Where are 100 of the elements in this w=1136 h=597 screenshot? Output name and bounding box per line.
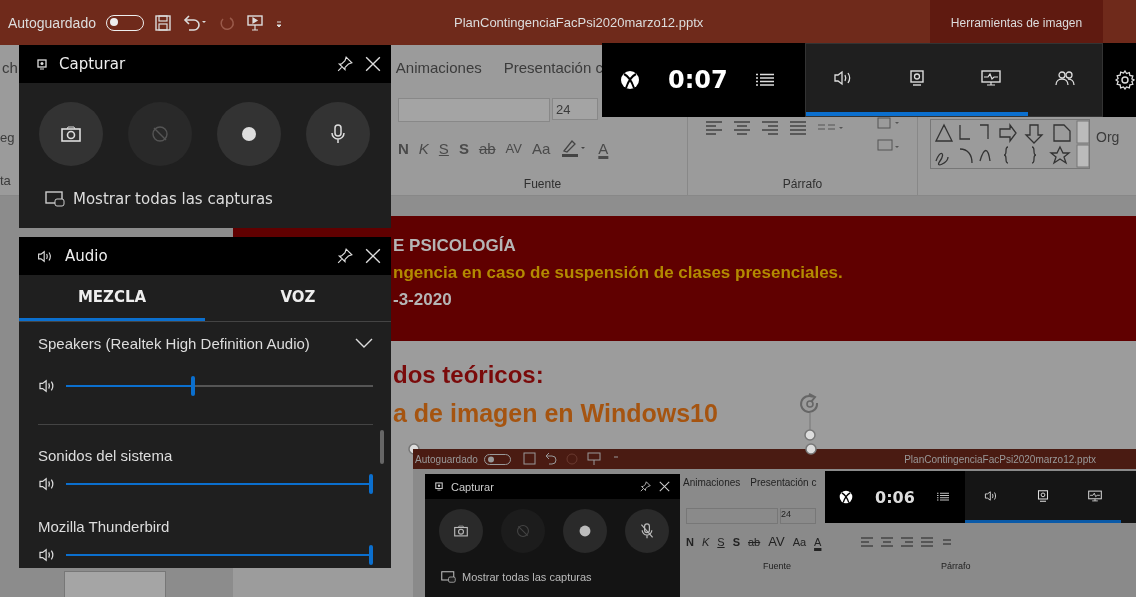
slide-subheading: a de imagen en Windows10 [393,399,718,428]
group-label: Párrafo [781,177,824,191]
save-icon[interactable] [153,13,172,32]
header-text: ngencia en caso de suspensión de clases presenciales. [393,262,844,284]
format-button[interactable]: AV [505,140,522,156]
slider-thumb[interactable] [369,545,373,565]
crossed-circle-icon [516,524,530,538]
justify-icon[interactable] [788,120,808,136]
presentation-icon[interactable] [245,13,264,32]
speaker-icon [833,70,853,86]
pin-icon[interactable] [337,56,353,72]
align-left-icon[interactable] [704,120,724,136]
format-button[interactable]: N [398,139,409,157]
shapes-gallery-icon[interactable] [930,119,1090,169]
widget-title: Audio [65,247,109,265]
slider-thumb[interactable] [369,474,373,494]
window-title: PlanContingenciaFacPsi2020marzo12.pptx [453,15,704,30]
font-size-field[interactable]: 24 [552,98,598,120]
align-right-icon[interactable] [760,120,780,136]
ribbon-label: Org [1096,129,1120,145]
ribbon-tab[interactable]: ch [2,59,18,76]
autosave-label: Autoguardado [8,14,96,31]
app-name: Sonidos del sistema [38,447,174,464]
speaker-icon[interactable] [38,477,56,491]
device-name: Speakers (Realtek High Definition Audio) [38,334,310,352]
menu-icon[interactable] [755,73,774,87]
group-label: Fuente [522,177,563,191]
header-text: -3-2020 [393,289,453,311]
tab-label: Presentación c [750,477,817,488]
format-button[interactable]: S [458,139,469,157]
ribbon-label: eg [0,130,16,145]
volume-slider[interactable] [66,545,373,565]
format-label: S [717,535,725,548]
undo-icon[interactable] [181,13,208,32]
font-size-field: 24 [780,508,816,524]
capture-icon [435,482,443,491]
crossed-circle-icon [151,125,169,143]
close-icon[interactable] [365,56,381,72]
slide-heading: dos teóricos: [393,361,544,389]
monitor-icon [981,70,1001,86]
pin-icon [640,481,651,492]
record-dot-icon [240,125,258,143]
font-color-button[interactable]: A [598,139,609,157]
people-icon [1055,70,1075,86]
gallery-icon [441,571,456,583]
format-button[interactable]: ab [478,139,496,157]
audio-tab[interactable]: VOZ [205,275,391,321]
microphone-icon [640,523,654,539]
recording-timer: 0:07 [668,66,728,94]
context-tab[interactable]: Herramientas de imagen [930,0,1103,45]
format-label: ab [748,535,761,548]
ribbon-label: ta [0,173,12,188]
scrollbar[interactable] [380,430,384,464]
widget-title: Capturar [451,480,495,493]
align-center-icon[interactable] [732,120,752,136]
camera-icon [454,525,468,537]
close-icon[interactable] [365,248,381,264]
format-button[interactable]: K [418,139,429,157]
speaker-icon [984,489,998,502]
close-icon [659,481,670,492]
format-button[interactable]: Aa [531,139,551,157]
ribbon-tab[interactable]: Animaciones [395,59,482,76]
resize-handle-icon[interactable] [805,443,817,455]
ribbon-tab[interactable]: Presentación c [503,59,603,76]
speaker-icon[interactable] [38,379,56,393]
xbox-logo-icon[interactable] [620,70,640,90]
monitor-icon [1088,489,1102,502]
camera-icon [61,126,81,142]
slide-thumbnail[interactable] [64,571,166,597]
capture-icon [909,70,925,86]
menu-icon [936,492,949,502]
speaker-icon [37,249,53,263]
microphone-icon [330,124,346,144]
group-label: Párrafo [941,561,971,571]
font-name-field[interactable] [398,98,550,122]
chevron-down-icon[interactable] [355,338,373,348]
speaker-icon[interactable] [38,548,56,562]
capture-icon [1037,489,1049,502]
volume-slider[interactable] [66,376,373,396]
xbox-logo-icon [839,490,853,504]
pin-icon[interactable] [337,248,353,264]
recording-timer: 0:06 [875,487,915,507]
format-label: AV [768,534,785,549]
autosave-label: Autoguardado [415,453,478,465]
slider-thumb[interactable] [190,376,195,396]
window-title: PlanContingenciaFacPsi2020marzo12.pptx [904,453,1096,465]
format-label: K [701,535,710,548]
app-name: Mozilla Thunderbird [38,518,171,535]
gallery-icon [45,191,65,207]
tab-label: Animaciones [683,477,741,488]
format-button[interactable]: S [438,139,449,157]
show-all-captures-link[interactable]: Mostrar todas las capturas [45,190,273,208]
font-color-label: A [814,535,822,548]
record-dot-icon [578,524,592,538]
settings-icon[interactable] [1115,70,1135,90]
widget-title: Capturar [59,55,127,73]
group-label: Fuente [763,561,792,571]
volume-slider[interactable] [66,474,373,494]
audio-tab[interactable]: MEZCLA [19,275,205,321]
header-text: E PSICOLOGÍA [393,235,517,257]
